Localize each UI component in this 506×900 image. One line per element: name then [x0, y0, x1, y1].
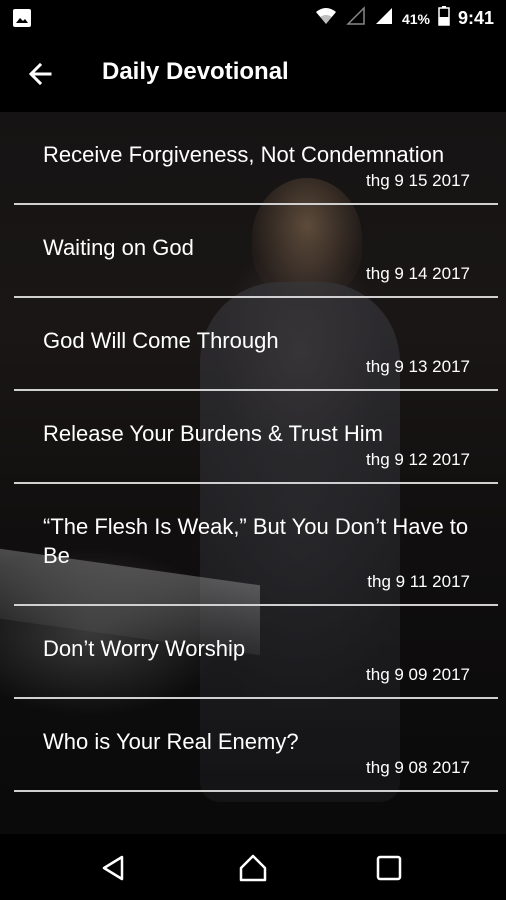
signal-empty-icon — [346, 6, 366, 31]
recents-square-icon[interactable] — [373, 852, 405, 884]
devotional-title: “The Flesh Is Weak,” But You Don’t Have … — [43, 514, 469, 568]
devotional-date: thg 9 14 2017 — [366, 264, 470, 283]
devotional-date: thg 9 13 2017 — [366, 357, 470, 376]
battery-percent: 41% — [401, 10, 430, 27]
devotional-date: thg 9 15 2017 — [366, 171, 470, 190]
list-item[interactable]: Release Your Burdens & Trust Him thg 9 1… — [14, 391, 498, 484]
list-item[interactable]: Waiting on God thg 9 14 2017 — [14, 205, 498, 298]
devotional-list-area[interactable]: Receive Forgiveness, Not Condemnation th… — [0, 112, 506, 834]
devotional-title: Don’t Worry Worship — [43, 636, 246, 661]
back-triangle-icon[interactable] — [98, 852, 130, 884]
navigation-bar — [0, 834, 506, 900]
devotional-date: thg 9 09 2017 — [366, 665, 470, 684]
list-item[interactable]: Don’t Worry Worship thg 9 09 2017 — [14, 606, 498, 699]
devotional-list: Receive Forgiveness, Not Condemnation th… — [0, 112, 506, 792]
list-item[interactable]: Receive Forgiveness, Not Condemnation th… — [14, 112, 498, 205]
devotional-date: thg 9 08 2017 — [366, 758, 470, 777]
battery-icon — [438, 6, 450, 31]
devotional-title: Who is Your Real Enemy? — [43, 729, 299, 754]
arrow-left-icon[interactable] — [26, 60, 54, 88]
clock: 9:41 — [457, 8, 494, 28]
devotional-title: Waiting on God — [43, 235, 194, 260]
list-item[interactable]: God Will Come Through thg 9 13 2017 — [14, 298, 498, 391]
devotional-title: Release Your Burdens & Trust Him — [43, 421, 383, 446]
wifi-icon — [314, 6, 338, 31]
list-item[interactable]: “The Flesh Is Weak,” But You Don’t Have … — [14, 484, 498, 606]
devotional-date: thg 9 12 2017 — [366, 450, 470, 469]
signal-icon — [374, 6, 394, 31]
devotional-title: Receive Forgiveness, Not Condemnation — [43, 142, 445, 167]
status-bar: 41% 9:41 — [0, 0, 506, 36]
list-item[interactable]: Who is Your Real Enemy? thg 9 08 2017 — [14, 699, 498, 792]
devotional-date: thg 9 11 2017 — [367, 572, 470, 591]
image-icon — [12, 8, 32, 33]
page-title: Daily Devotional — [102, 58, 289, 85]
app-bar: Daily Devotional — [0, 36, 506, 112]
home-icon[interactable] — [237, 852, 269, 884]
devotional-title: God Will Come Through — [43, 328, 279, 353]
